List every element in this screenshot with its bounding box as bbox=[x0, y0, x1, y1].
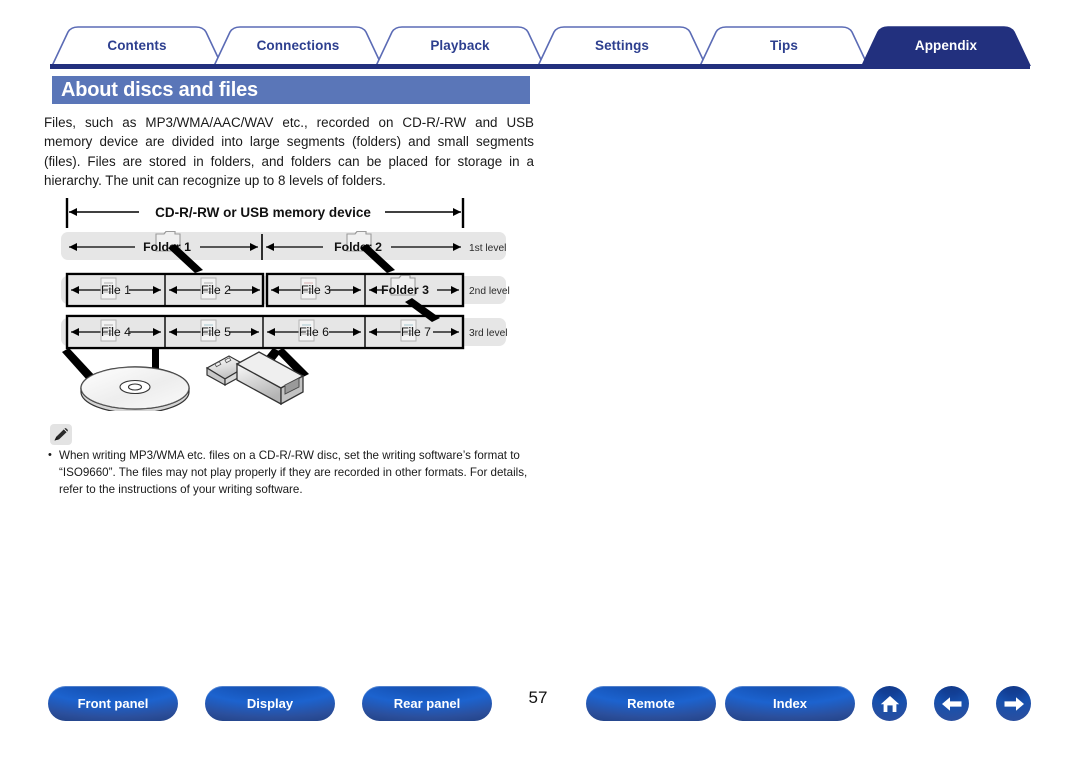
note-text: When writing MP3/WMA etc. files on a CD-… bbox=[59, 449, 528, 497]
remote-button[interactable]: Remote bbox=[586, 686, 716, 721]
home-icon bbox=[880, 695, 899, 712]
button-label: Index bbox=[773, 696, 807, 711]
pencil-icon bbox=[50, 424, 72, 445]
front-panel-button[interactable]: Front panel bbox=[48, 686, 178, 721]
tab-label: Settings bbox=[594, 37, 650, 53]
button-label: Display bbox=[246, 696, 294, 711]
tab-label: Connections bbox=[256, 37, 340, 53]
diagram-cell-label: Folder 1 bbox=[143, 240, 191, 254]
page-title-band: About discs and files bbox=[52, 76, 530, 104]
diagram-cell-label: File 1 bbox=[101, 283, 131, 297]
tab-label: Contents bbox=[107, 37, 167, 53]
forward-button[interactable] bbox=[996, 686, 1031, 721]
tab-bar-rule bbox=[50, 64, 1030, 69]
tab-appendix[interactable]: Appendix bbox=[862, 24, 1030, 66]
cd-disc-illustration bbox=[80, 366, 190, 411]
page-number: 57 bbox=[528, 688, 548, 707]
tab-label: Appendix bbox=[914, 37, 978, 53]
arrow-left-icon bbox=[941, 696, 961, 711]
note-bullet: • bbox=[48, 449, 52, 461]
index-button[interactable]: Index bbox=[725, 686, 855, 721]
diagram-cell-label: File 6 bbox=[299, 325, 329, 339]
note-block: • When writing MP3/WMA etc. files on a C… bbox=[48, 447, 540, 499]
button-label: Rear panel bbox=[393, 696, 461, 711]
tab-label: Tips bbox=[770, 37, 798, 53]
tab-contents[interactable]: Contents bbox=[52, 24, 222, 66]
button-label: Front panel bbox=[77, 696, 149, 711]
diagram-cell-label: File 4 bbox=[101, 325, 131, 339]
diagram-cell-label: File 3 bbox=[301, 283, 331, 297]
tab-playback[interactable]: Playback bbox=[376, 24, 544, 66]
manual-page: Contents Connections Playback Settings T… bbox=[0, 0, 1080, 761]
button-label: Remote bbox=[627, 696, 675, 711]
tab-label: Playback bbox=[430, 37, 490, 53]
tab-tips[interactable]: Tips bbox=[700, 24, 868, 66]
intro-paragraph: Files, such as MP3/WMA/AAC/WAV etc., rec… bbox=[44, 115, 534, 188]
diagram-cell-label: Folder 3 bbox=[381, 283, 429, 297]
diagram-title: CD-R/-RW or USB memory device bbox=[155, 205, 371, 220]
rear-panel-button[interactable]: Rear panel bbox=[362, 686, 492, 721]
diagram-cell-label: File 5 bbox=[201, 325, 231, 339]
tab-connections[interactable]: Connections bbox=[214, 24, 382, 66]
home-button[interactable] bbox=[872, 686, 907, 721]
page-title: About discs and files bbox=[61, 78, 258, 101]
folder-hierarchy-diagram: CD-R/-RW or USB memory device Folder 1 F… bbox=[55, 196, 515, 411]
back-button[interactable] bbox=[934, 686, 969, 721]
diagram-cell-label: File 2 bbox=[201, 283, 231, 297]
arrow-right-icon bbox=[1004, 696, 1024, 711]
level-label: 1st level bbox=[469, 243, 506, 254]
level-label: 2nd level bbox=[469, 286, 510, 297]
tab-settings[interactable]: Settings bbox=[538, 24, 706, 66]
tab-bar: Contents Connections Playback Settings T… bbox=[0, 24, 1080, 66]
footer-nav: Front panel Display Rear panel 57 Remote… bbox=[0, 686, 1080, 734]
level-label: 3rd level bbox=[469, 328, 508, 339]
display-button[interactable]: Display bbox=[205, 686, 335, 721]
diagram-cell-label: File 7 bbox=[401, 325, 431, 339]
